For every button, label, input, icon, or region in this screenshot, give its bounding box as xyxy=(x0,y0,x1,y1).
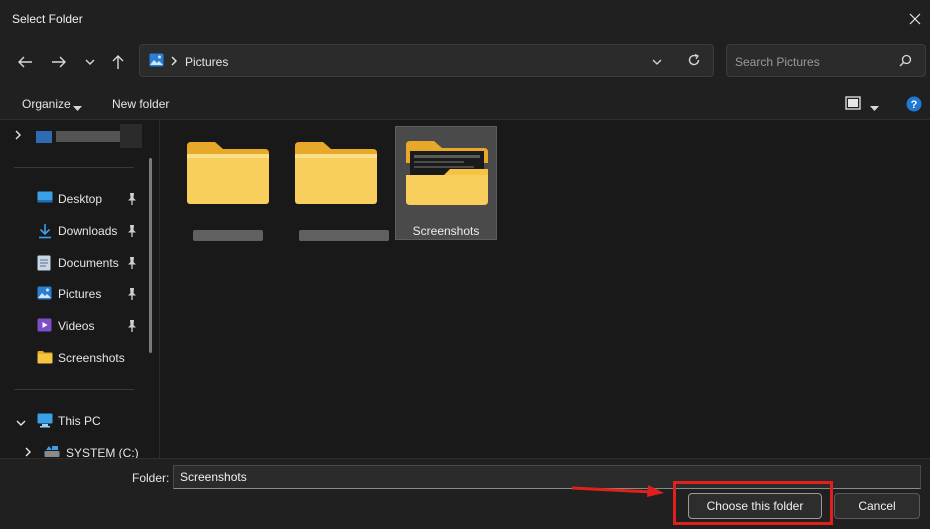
redacted-location-shadow xyxy=(120,124,142,148)
svg-text:?: ? xyxy=(911,99,918,111)
folder-icon xyxy=(295,142,377,204)
pin-icon[interactable] xyxy=(126,192,138,206)
organize-dropdown-icon[interactable] xyxy=(73,101,82,115)
redacted-folder-name xyxy=(299,230,389,241)
nav-item-pictures[interactable]: Pictures xyxy=(0,281,148,307)
annotation-arrow xyxy=(571,485,664,497)
folder-label-screenshots: Screenshots xyxy=(412,224,480,238)
expand-chevron-icon[interactable] xyxy=(14,129,22,143)
nav-scrollbar[interactable] xyxy=(149,158,152,353)
desktop-icon xyxy=(37,191,53,207)
nav-item-label: Pictures xyxy=(58,287,102,301)
nav-item-videos[interactable]: Videos xyxy=(0,313,148,339)
redacted-onedrive-icon xyxy=(36,131,52,143)
collapse-chevron-icon[interactable] xyxy=(16,416,26,430)
pictures-icon xyxy=(37,286,53,302)
folder-item[interactable] xyxy=(285,126,389,241)
folder-icon xyxy=(406,141,488,205)
nav-divider xyxy=(14,389,134,390)
nav-item-desktop[interactable]: Desktop xyxy=(0,186,148,212)
nav-item-documents[interactable]: Documents xyxy=(0,250,148,276)
up-arrow-icon[interactable] xyxy=(105,50,131,74)
folder-item-screenshots[interactable]: Screenshots xyxy=(395,126,497,240)
download-icon xyxy=(37,223,53,239)
nav-item-label: Screenshots xyxy=(58,351,125,365)
folder-icon xyxy=(187,142,269,204)
window-title: Select Folder xyxy=(12,12,83,26)
search-placeholder: Search Pictures xyxy=(735,55,820,69)
refresh-icon[interactable] xyxy=(687,53,701,70)
close-icon[interactable] xyxy=(904,8,926,30)
forward-arrow-icon[interactable] xyxy=(46,50,72,74)
pin-icon[interactable] xyxy=(126,256,138,270)
breadcrumb-chevron-icon xyxy=(170,55,178,69)
pin-icon[interactable] xyxy=(126,224,138,238)
folder-field-label: Folder: xyxy=(132,471,170,485)
nav-item-screenshots[interactable]: Screenshots xyxy=(0,345,148,371)
organize-button[interactable]: Organize xyxy=(22,97,71,111)
breadcrumb-pictures[interactable]: Pictures xyxy=(185,55,228,69)
folder-icon xyxy=(37,350,53,366)
nav-item-label: Documents xyxy=(58,256,119,270)
new-folder-button[interactable]: New folder xyxy=(112,97,169,111)
nav-divider xyxy=(14,167,134,168)
search-icon xyxy=(899,54,912,70)
redacted-folder-name xyxy=(193,230,263,241)
choose-folder-button[interactable]: Choose this folder xyxy=(688,493,822,519)
pin-icon[interactable] xyxy=(126,287,138,301)
this-pc-icon xyxy=(37,413,53,431)
address-history-chevron-icon[interactable] xyxy=(651,56,663,70)
back-arrow-icon[interactable] xyxy=(12,50,38,74)
nav-item-this-pc[interactable]: This PC xyxy=(58,414,101,428)
pin-icon[interactable] xyxy=(126,319,138,333)
document-icon xyxy=(37,255,53,271)
folder-item[interactable] xyxy=(177,126,279,241)
help-icon[interactable]: ? xyxy=(906,96,922,115)
title-bar xyxy=(0,0,930,38)
cancel-button[interactable]: Cancel xyxy=(834,493,920,519)
nav-item-downloads[interactable]: Downloads xyxy=(0,218,148,244)
nav-item-label: Desktop xyxy=(58,192,103,206)
view-options-dropdown-icon[interactable] xyxy=(870,101,879,115)
nav-item-label: Videos xyxy=(58,319,95,333)
pictures-location-icon xyxy=(149,53,164,67)
redacted-location-name xyxy=(56,131,120,142)
view-pane-icon[interactable] xyxy=(845,96,861,113)
videos-icon xyxy=(37,318,53,334)
recent-locations-chevron-icon[interactable] xyxy=(77,50,103,74)
nav-item-label: Downloads xyxy=(58,224,118,238)
